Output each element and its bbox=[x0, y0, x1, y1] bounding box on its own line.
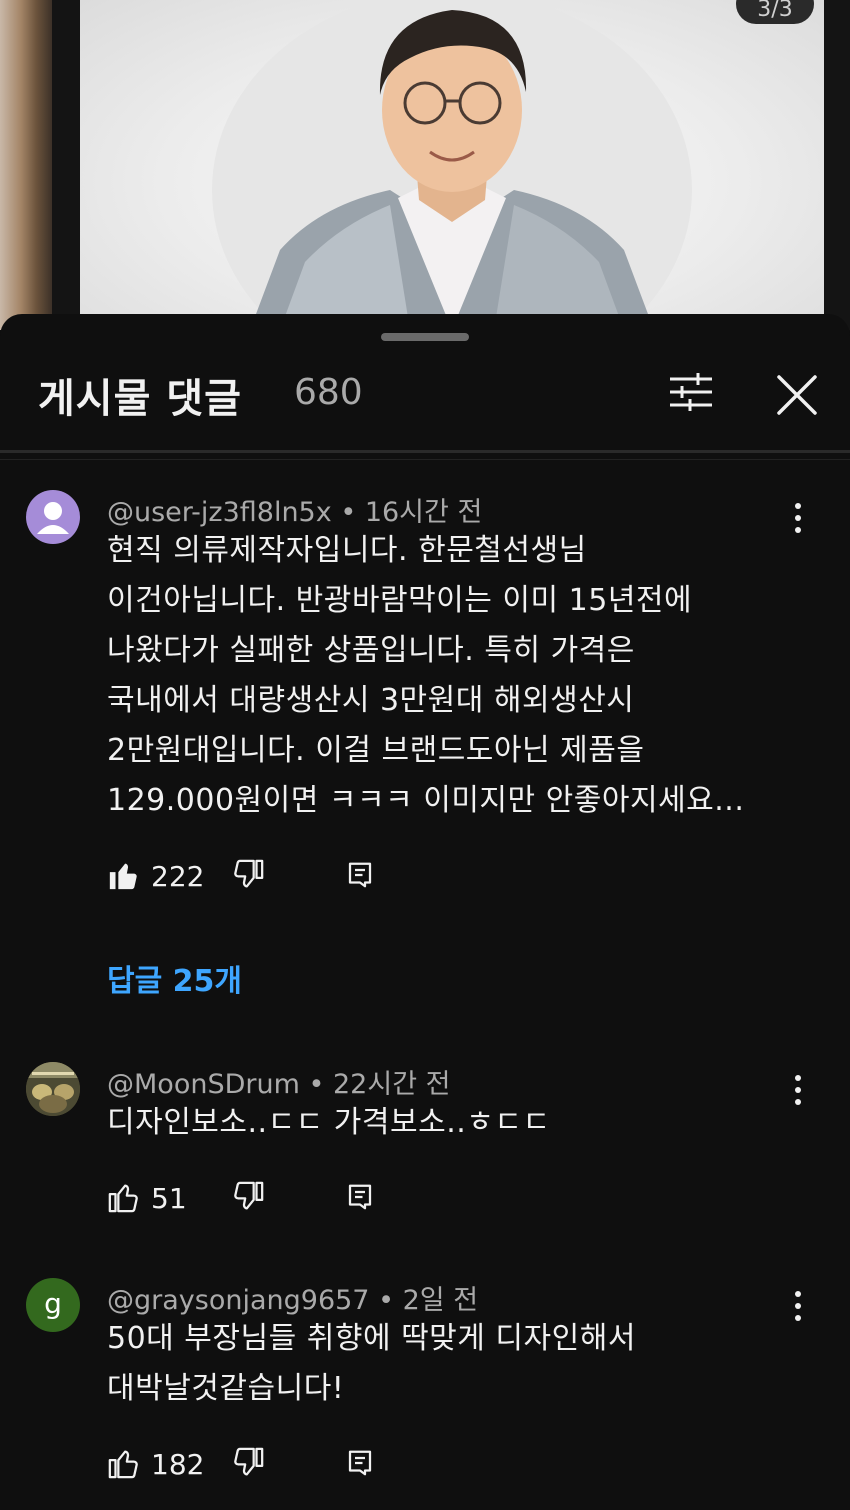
reply-comment-icon bbox=[348, 1450, 372, 1476]
view-replies-link[interactable]: 답글 25개 bbox=[107, 956, 242, 1000]
like-count: 51 bbox=[151, 1182, 187, 1215]
next-image-gap bbox=[824, 0, 850, 330]
like-count: 182 bbox=[151, 1448, 205, 1481]
reply-button[interactable] bbox=[345, 1182, 375, 1212]
header-divider bbox=[0, 450, 850, 453]
reply-comment-icon bbox=[348, 1184, 372, 1210]
dislike-button[interactable] bbox=[231, 858, 265, 892]
avatar[interactable] bbox=[26, 490, 80, 544]
reply-button[interactable] bbox=[345, 860, 375, 890]
meta-separator: • bbox=[340, 497, 365, 528]
sliders-icon bbox=[670, 373, 712, 411]
sort-filter-button[interactable] bbox=[666, 370, 716, 414]
reply-button[interactable] bbox=[345, 1448, 375, 1478]
thumbs-down-icon bbox=[234, 1181, 264, 1210]
comment-meta: @graysonjang9657 • 2일 전 bbox=[107, 1278, 478, 1317]
like-count: 222 bbox=[151, 860, 205, 893]
close-icon bbox=[777, 375, 817, 415]
comment-time: 2일 전 bbox=[402, 1285, 479, 1316]
meta-separator: • bbox=[378, 1285, 403, 1316]
like-button[interactable] bbox=[107, 1180, 141, 1214]
thumbs-up-icon bbox=[108, 1184, 138, 1213]
post-image bbox=[80, 0, 824, 330]
comment-actions: 222 bbox=[107, 858, 407, 898]
comment-actions: 182 bbox=[107, 1446, 407, 1486]
reply-comment-icon bbox=[348, 862, 372, 888]
comment-actions: 51 bbox=[107, 1180, 407, 1220]
comment-author[interactable]: @MoonSDrum bbox=[107, 1069, 300, 1100]
default-user-icon bbox=[37, 502, 69, 534]
previous-image-preview[interactable] bbox=[0, 0, 52, 330]
comment-time: 16시간 전 bbox=[364, 497, 483, 528]
meta-separator: • bbox=[308, 1069, 333, 1100]
sheet-title: 게시물 댓글 bbox=[38, 376, 242, 422]
close-button[interactable] bbox=[774, 372, 820, 418]
dislike-button[interactable] bbox=[231, 1180, 265, 1214]
comment-text: 50대 부장님들 취향에 딱맞게 디자인해서 대박날것같습니다! bbox=[107, 1321, 636, 1406]
post-image-carousel[interactable]: 3/3 bbox=[0, 0, 850, 330]
like-button[interactable] bbox=[107, 858, 141, 892]
comment-text: 디자인보소..ㄷㄷ 가격보소..ㅎㄷㄷ bbox=[107, 1105, 551, 1140]
person-photo bbox=[212, 0, 692, 330]
drag-handle[interactable] bbox=[381, 333, 469, 341]
dislike-button[interactable] bbox=[231, 1446, 265, 1480]
avatar-letter: g bbox=[44, 1287, 62, 1320]
header-divider-shadow bbox=[0, 459, 850, 460]
comment-author[interactable]: @user-jz3fl8ln5x bbox=[107, 497, 332, 528]
thumbs-down-icon bbox=[234, 1447, 264, 1476]
comment-meta: @user-jz3fl8ln5x • 16시간 전 bbox=[107, 490, 482, 529]
thumbs-up-filled-icon bbox=[109, 863, 137, 890]
comment-time: 22시간 전 bbox=[333, 1069, 451, 1100]
comment-text: 현직 의류제작자입니다. 한문철선생님 이건아닙니다. 반광바람막이는 이미 1… bbox=[107, 533, 745, 818]
like-button[interactable] bbox=[107, 1446, 141, 1480]
comment-meta: @MoonSDrum • 22시간 전 bbox=[107, 1062, 450, 1101]
comment-count: 680 bbox=[294, 372, 363, 413]
thumbs-down-icon bbox=[234, 859, 264, 888]
drum-kit-avatar-icon bbox=[26, 1062, 80, 1116]
thumbs-up-icon bbox=[108, 1450, 138, 1479]
image-page-indicator: 3/3 bbox=[736, 0, 814, 24]
comment-author[interactable]: @graysonjang9657 bbox=[107, 1285, 369, 1316]
avatar[interactable]: g bbox=[26, 1278, 80, 1332]
avatar[interactable] bbox=[26, 1062, 80, 1116]
